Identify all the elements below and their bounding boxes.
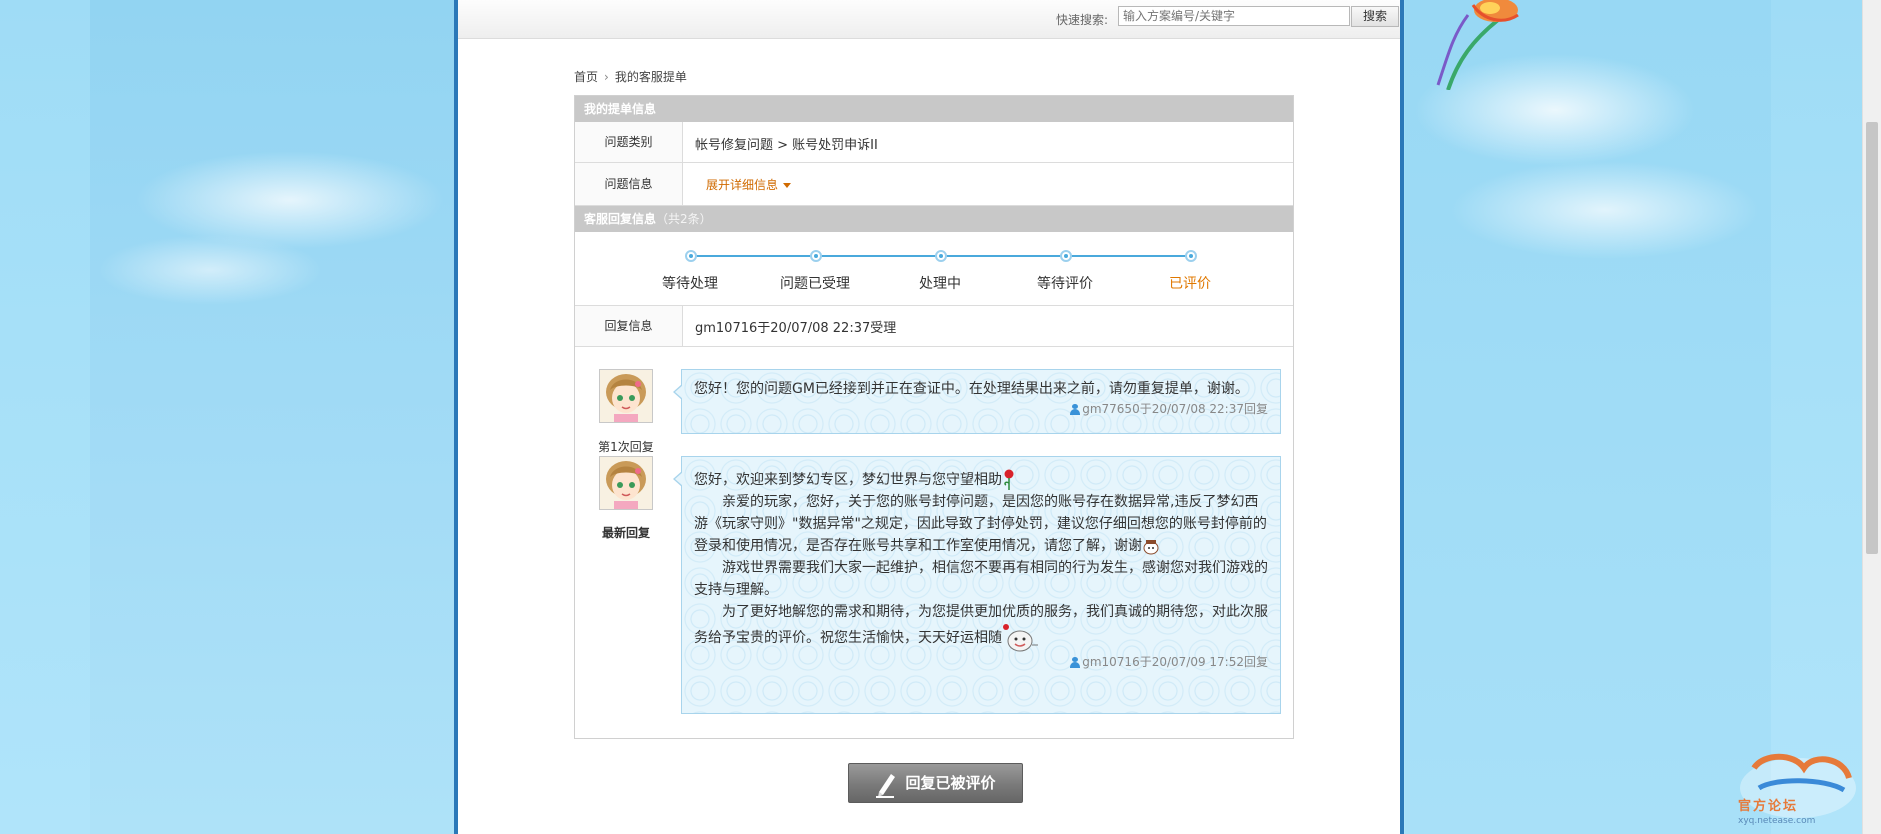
progress-tracker: 等待处理 问题已受理 处理中 等待评价 已评价 bbox=[575, 233, 1293, 306]
evaluated-button[interactable]: 回复已被评价 bbox=[848, 763, 1023, 803]
category-label: 问题类别 bbox=[575, 122, 683, 162]
step-label: 等待处理 bbox=[662, 276, 718, 292]
reply-greeting-line: 您好，欢迎来到梦幻专区，梦幻世界与您守望相助 bbox=[694, 469, 1268, 491]
reply-tag-latest: 最新回复 bbox=[601, 526, 650, 540]
top-search-bar: 快速搜索: 搜索 bbox=[458, 0, 1400, 39]
reply-section-header: 客服回复信息（共2条） bbox=[575, 206, 1293, 232]
search-button[interactable]: 搜索 bbox=[1351, 6, 1399, 27]
rose-icon bbox=[1004, 469, 1014, 490]
reply-count: （共2条） bbox=[656, 212, 712, 226]
page-scrollbar[interactable] bbox=[1862, 0, 1881, 834]
info-row: 问题信息 展开详细信息 bbox=[575, 163, 1293, 206]
reply-bubble: 您好，欢迎来到梦幻专区，梦幻世界与您守望相助 亲爱的玩家，您好，关于您的账号封停… bbox=[673, 456, 1281, 714]
reply-info-row: 回复信息 gm10716于20/07/08 22:37受理 bbox=[575, 306, 1293, 347]
reply-info-value: gm10716于20/07/08 22:37受理 bbox=[695, 321, 897, 336]
pencil-icon bbox=[876, 773, 896, 798]
progress-dot-icon bbox=[1060, 250, 1072, 262]
right-background bbox=[1405, 0, 1771, 834]
reply-section-title: 客服回复信息 bbox=[584, 212, 657, 226]
user-icon bbox=[1070, 657, 1081, 668]
reply-signature-text: gm10716于20/07/09 17:52回复 bbox=[1082, 655, 1268, 669]
category-row: 问题类别 帐号修复问题 > 账号处罚申诉II bbox=[575, 122, 1293, 163]
search-input[interactable] bbox=[1118, 6, 1350, 26]
flower-decoration-icon bbox=[1436, 0, 1519, 90]
reply-signature: gm10716于20/07/09 17:52回复 bbox=[694, 653, 1268, 671]
ticket-info-title: 我的提单信息 bbox=[584, 102, 657, 116]
reply-tag: 第1次回复 bbox=[598, 440, 654, 454]
expand-details-text: 展开详细信息 bbox=[706, 178, 779, 192]
reply-info-label: 回复信息 bbox=[575, 306, 683, 346]
caret-down-icon bbox=[783, 183, 792, 188]
ticket-panel: 我的提单信息 问题类别 帐号修复问题 > 账号处罚申诉II 问题信息 展开详细信… bbox=[574, 95, 1294, 739]
reply-paragraph-text: 为了更好地解您的需求和期待，为您提供更加优质的服务，我们真诚的期待您，对此次服务… bbox=[694, 604, 1268, 646]
mascot-emoticon-icon bbox=[1003, 624, 1038, 652]
gm-avatar bbox=[599, 369, 653, 423]
step-label: 问题已受理 bbox=[780, 276, 850, 292]
bow-emoticon-icon bbox=[1143, 540, 1159, 555]
search-label: 快速搜索: bbox=[1056, 13, 1109, 27]
progress-dot-icon bbox=[685, 250, 697, 262]
reply-text: 您好！您的问题GM已经接到并正在查证中。在处理结果出来之前，请勿重复提单，谢谢。 bbox=[694, 381, 1249, 397]
reply-bubble: 您好！您的问题GM已经接到并正在查证中。在处理结果出来之前，请勿重复提单，谢谢。… bbox=[673, 369, 1281, 434]
breadcrumb-separator-icon: › bbox=[604, 70, 609, 84]
info-label: 问题信息 bbox=[575, 163, 683, 205]
breadcrumb: 首页 › 我的客服提单 bbox=[574, 68, 687, 85]
step-label: 等待评价 bbox=[1037, 276, 1093, 292]
reply-paragraph: 亲爱的玩家，您好，关于您的账号封停问题，是因您的账号存在数据异常,违反了梦幻西游… bbox=[694, 491, 1268, 557]
step-label-active: 已评价 bbox=[1169, 276, 1211, 292]
progress-dot-icon bbox=[935, 250, 947, 262]
step-label: 处理中 bbox=[919, 276, 961, 292]
reply-paragraph-text: 亲爱的玩家，您好，关于您的账号封停问题，是因您的账号存在数据异常,违反了梦幻西游… bbox=[694, 494, 1267, 554]
girl-avatar-icon bbox=[600, 370, 652, 422]
progress-dot-icon bbox=[810, 250, 822, 262]
reply-signature-text: gm77650于20/07/08 22:37回复 bbox=[1082, 402, 1268, 416]
left-background bbox=[90, 0, 454, 834]
gm-avatar bbox=[599, 456, 653, 510]
scrollbar-thumb[interactable] bbox=[1866, 122, 1878, 554]
breadcrumb-current: 我的客服提单 bbox=[614, 70, 687, 84]
reply-signature: gm77650于20/07/08 22:37回复 bbox=[694, 400, 1268, 418]
expand-details-link[interactable]: 展开详细信息 bbox=[706, 176, 792, 193]
reply-paragraph: 为了更好地解您的需求和期待，为您提供更加优质的服务，我们真诚的期待您，对此次服务… bbox=[694, 601, 1268, 653]
category-value: 帐号修复问题 > 账号处罚申诉II bbox=[695, 138, 878, 153]
progress-dot-icon bbox=[1185, 250, 1197, 262]
main-content: 快速搜索: 搜索 首页 › 我的客服提单 我的提单信息 问题类别 帐号修复问题 > … bbox=[454, 0, 1404, 834]
reply-paragraph: 游戏世界需要我们大家一起维护，相信您不要再有相同的行为发生，感谢您对我们游戏的支… bbox=[694, 560, 1268, 598]
logo-url: xyq.netease.com bbox=[1738, 816, 1816, 826]
girl-avatar-icon bbox=[600, 457, 652, 509]
user-icon bbox=[1070, 404, 1081, 415]
ticket-info-header: 我的提单信息 bbox=[575, 96, 1293, 122]
reply-greeting: 您好，欢迎来到梦幻专区，梦幻世界与您守望相助 bbox=[694, 472, 1002, 488]
breadcrumb-home-link[interactable]: 首页 bbox=[574, 70, 598, 84]
logo-text: 官方论坛 bbox=[1738, 799, 1799, 814]
evaluated-button-label: 回复已被评价 bbox=[905, 774, 996, 792]
